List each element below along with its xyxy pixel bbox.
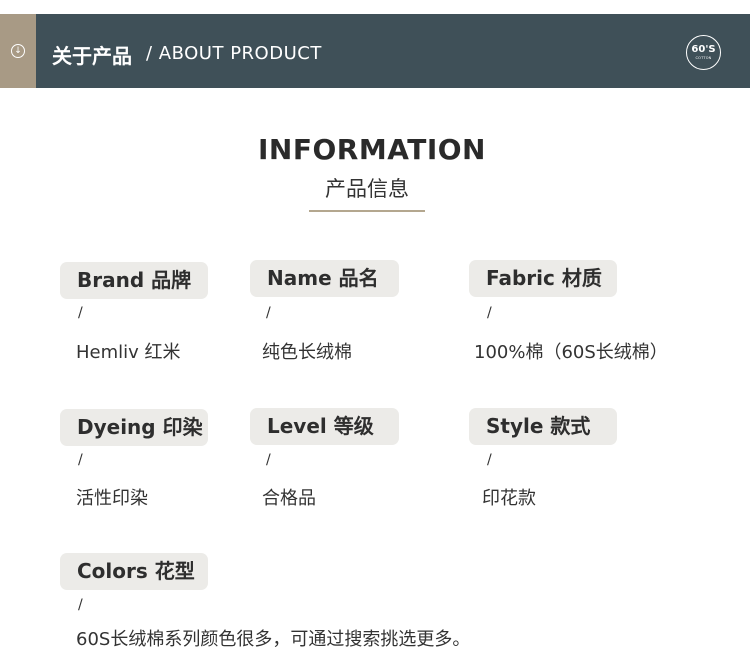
cotton-badge-icon: 60'S COTTON (686, 35, 721, 70)
colors-label: Colors 花型 (60, 553, 208, 590)
header-subtitle: / ABOUT PRODUCT (146, 43, 322, 64)
badge-bottom-text: COTTON (695, 56, 712, 60)
dyeing-separator: / (78, 452, 83, 468)
section-title: INFORMATION (258, 133, 486, 166)
level-label: Level 等级 (250, 408, 399, 445)
header-bar: ↓ 关于产品 / ABOUT PRODUCT 60'S COTTON (0, 14, 750, 88)
section-subtitle: 产品信息 (325, 177, 409, 201)
section-underline (309, 210, 425, 212)
level-separator: / (266, 452, 271, 468)
brand-label: Brand 品牌 (60, 262, 208, 299)
style-label: Style 款式 (469, 408, 617, 445)
header-title: 关于产品 (52, 44, 132, 68)
fabric-value: 100%棉（60S长绒棉） (474, 342, 668, 363)
badge-top-text: 60'S (691, 44, 716, 55)
name-value: 纯色长绒棉 (262, 342, 352, 363)
style-value: 印花款 (482, 488, 536, 509)
dyeing-label: Dyeing 印染 (60, 409, 208, 446)
level-value: 合格品 (262, 488, 316, 509)
down-arrow-circle-icon: ↓ (11, 44, 25, 58)
brand-value: Hemliv 红米 (76, 342, 181, 363)
dyeing-value: 活性印染 (76, 488, 148, 509)
name-label: Name 品名 (250, 260, 399, 297)
brand-separator: / (78, 305, 83, 321)
header-accent-block: ↓ (0, 14, 36, 88)
style-separator: / (487, 452, 492, 468)
fabric-separator: / (487, 305, 492, 321)
name-separator: / (266, 305, 271, 321)
fabric-label: Fabric 材质 (469, 260, 617, 297)
colors-separator: / (78, 597, 83, 613)
colors-value: 60S长绒棉系列颜色很多，可通过搜索挑选更多。 (76, 629, 471, 650)
